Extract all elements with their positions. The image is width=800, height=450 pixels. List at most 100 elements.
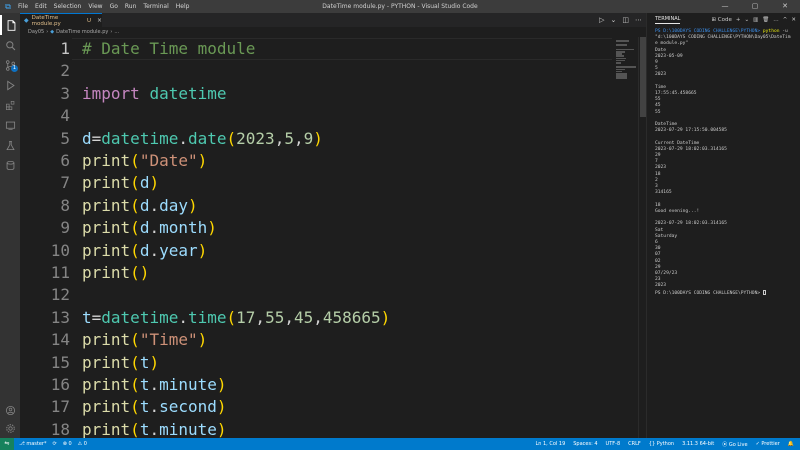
cursor-position[interactable]: Ln 1, Col 19 bbox=[535, 441, 565, 448]
panel-more-icon[interactable]: … bbox=[773, 17, 779, 23]
menu-run[interactable]: Run bbox=[125, 3, 137, 10]
code-line[interactable]: 9 print(d.month) bbox=[20, 217, 612, 239]
remote-indicator-icon[interactable]: ⇋ bbox=[0, 438, 14, 450]
terminal-dropdown-icon[interactable]: ⌄ bbox=[744, 17, 749, 23]
code-token: minute bbox=[159, 419, 217, 438]
code-line[interactable]: 1 # Date Time module bbox=[20, 38, 612, 60]
encoding[interactable]: UTF-8 bbox=[606, 441, 621, 448]
code-token: ) bbox=[149, 352, 160, 372]
code-line[interactable]: 2 bbox=[20, 60, 612, 82]
code-line[interactable]: 15 print(t) bbox=[20, 352, 612, 374]
terminal-line: 29 bbox=[655, 153, 661, 159]
split-editor-icon[interactable]: ◫ bbox=[622, 16, 629, 24]
menu-go[interactable]: Go bbox=[110, 3, 118, 10]
code-line[interactable]: 10 print(d.year) bbox=[20, 240, 612, 262]
minimap[interactable] bbox=[612, 37, 638, 438]
braces-icon: {} bbox=[648, 440, 656, 447]
code-editor[interactable]: 1 # Date Time module 2 3 import datetime 4 5 d=… bbox=[20, 37, 612, 438]
code-line[interactable]: 11 print() bbox=[20, 262, 612, 284]
code-token: () bbox=[130, 263, 150, 282]
tab-close-icon[interactable]: × bbox=[97, 17, 102, 24]
code-token: 17 bbox=[236, 307, 256, 327]
code-line[interactable]: 4 bbox=[20, 105, 612, 127]
terminal-line: 55 bbox=[655, 97, 661, 103]
code-token: , bbox=[293, 128, 304, 148]
terminal-line: 02 bbox=[655, 258, 661, 264]
code-token: ) bbox=[197, 330, 208, 350]
tab-datetime-module[interactable]: ◆ DateTime module.py U × bbox=[20, 13, 102, 27]
code-line[interactable]: 5 d=datetime.date(2023,5,9) bbox=[20, 128, 612, 150]
tab-terminal[interactable]: TERMINAL bbox=[655, 16, 681, 24]
python-interpreter[interactable]: 3.11.3 64-bit bbox=[682, 441, 714, 448]
go-live-button[interactable]: ⦿ Go Live bbox=[722, 441, 747, 448]
code-token: t bbox=[139, 419, 150, 438]
menu-view[interactable]: View bbox=[88, 3, 102, 10]
minimize-button[interactable]: — bbox=[710, 0, 740, 13]
extensions-icon[interactable] bbox=[0, 95, 20, 115]
code-token: ( bbox=[130, 173, 140, 193]
code-line[interactable]: 14 print("Time") bbox=[20, 329, 612, 351]
code-line[interactable]: 16 print(t.minute) bbox=[20, 374, 612, 396]
code-line[interactable]: 12 bbox=[20, 284, 612, 306]
problems-warnings[interactable]: ⚠ 0 bbox=[78, 441, 87, 447]
terminal-line: 2023-07-29 18:02:03.314165 bbox=[655, 146, 727, 152]
database-icon[interactable] bbox=[0, 155, 20, 175]
new-terminal-icon[interactable]: + bbox=[736, 17, 741, 23]
terminal-line: Time bbox=[655, 84, 667, 90]
breadcrumb-folder[interactable]: Day05 bbox=[28, 29, 44, 35]
settings-gear-icon[interactable] bbox=[0, 418, 20, 438]
run-debug-icon[interactable] bbox=[0, 75, 20, 95]
notifications-bell-icon[interactable]: 🔔 bbox=[788, 441, 794, 448]
split-terminal-icon[interactable]: ▥ bbox=[753, 17, 758, 23]
breadcrumb-more[interactable]: ... bbox=[114, 29, 119, 35]
testing-icon[interactable] bbox=[0, 135, 20, 155]
code-line[interactable]: 17 print(t.second) bbox=[20, 396, 612, 418]
menu-help[interactable]: Help bbox=[176, 3, 190, 10]
code-line[interactable]: 7 print(d) bbox=[20, 172, 612, 194]
run-dropdown-icon[interactable]: ⌄ bbox=[611, 16, 617, 24]
menu-file[interactable]: File bbox=[18, 3, 28, 10]
code-line[interactable]: 6 print("Date") bbox=[20, 150, 612, 172]
line-ending[interactable]: CRLF bbox=[628, 441, 641, 448]
account-icon[interactable] bbox=[0, 400, 20, 420]
problems-errors[interactable]: ⊗ 0 bbox=[63, 441, 72, 447]
terminal-line: DateTime bbox=[655, 122, 678, 128]
code-token: minute bbox=[159, 375, 217, 394]
menu-edit[interactable]: Edit bbox=[35, 3, 47, 10]
more-actions-icon[interactable]: ⋯ bbox=[635, 16, 642, 24]
terminal-cursor bbox=[762, 289, 766, 295]
code-token: = bbox=[91, 128, 102, 148]
close-window-button[interactable]: ✕ bbox=[770, 0, 800, 13]
explorer-icon[interactable] bbox=[0, 15, 20, 35]
menu-selection[interactable]: Selection bbox=[54, 3, 82, 10]
sync-icon[interactable]: ⟳ bbox=[53, 441, 57, 447]
indentation[interactable]: Spaces: 4 bbox=[573, 441, 597, 448]
code-line[interactable]: 8 print(d.day) bbox=[20, 195, 612, 217]
editor-scrollbar[interactable] bbox=[638, 37, 646, 438]
code-line[interactable]: 18 print(t.minute) bbox=[20, 419, 612, 438]
close-panel-icon[interactable]: ✕ bbox=[791, 17, 796, 23]
terminal-output[interactable]: PS D:\100DAYS CODING CHALLENGE\PYTHON> p… bbox=[647, 27, 800, 299]
language-mode[interactable]: {} Python bbox=[649, 441, 674, 448]
kill-terminal-icon[interactable]: 🗑 bbox=[762, 17, 769, 23]
code-line[interactable]: 13 t=datetime.time(17,55,45,458665) bbox=[20, 307, 612, 329]
code-token: t bbox=[139, 352, 150, 372]
search-icon[interactable] bbox=[0, 35, 20, 55]
code-token: ) bbox=[313, 128, 323, 148]
code-text: d=datetime.date(2023,5,9) bbox=[82, 128, 323, 150]
maximize-panel-icon[interactable]: ^ bbox=[783, 17, 788, 23]
window-controls: — ▢ ✕ bbox=[710, 0, 800, 13]
code-token: print bbox=[82, 173, 131, 193]
menu-terminal[interactable]: Terminal bbox=[143, 3, 168, 10]
prettier-status[interactable]: ✓ Prettier bbox=[756, 441, 780, 448]
code-line[interactable]: 3 import datetime bbox=[20, 83, 612, 105]
branch-indicator[interactable]: ⎇ master* bbox=[19, 441, 47, 447]
maximize-button[interactable]: ▢ bbox=[740, 0, 770, 13]
run-file-icon[interactable]: ▷ bbox=[599, 16, 604, 24]
remote-explorer-icon[interactable] bbox=[0, 115, 20, 135]
breadcrumb-file[interactable]: DateTime module.py bbox=[56, 29, 108, 35]
code-token: , bbox=[274, 128, 285, 148]
code-text: # Date Time module bbox=[82, 38, 255, 60]
source-control-icon[interactable]: 1 bbox=[0, 55, 20, 75]
terminal-profile-button[interactable]: ⊞ Code bbox=[711, 17, 731, 23]
